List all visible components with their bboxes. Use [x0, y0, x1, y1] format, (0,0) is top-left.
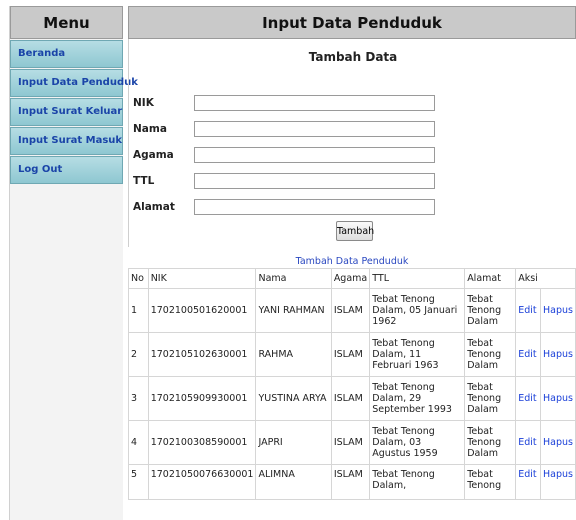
- cell-alamat: Tebat Tenong Dalam: [464, 420, 517, 465]
- main-content: Input Data Penduduk Tambah Data NIK Nama…: [128, 6, 576, 520]
- cell-no: 5: [128, 464, 149, 500]
- col-header-no: No: [128, 268, 149, 289]
- cell-nama: YANI RAHMAN: [255, 288, 332, 333]
- table-header-row: No NIK Nama Agama TTL Alamat Aksi: [128, 268, 576, 289]
- table-caption: Tambah Data Penduduk: [128, 255, 576, 269]
- cell-alamat: Tebat Tenong Dalam: [464, 288, 517, 333]
- nama-label: Nama: [133, 123, 167, 135]
- cell-ttl: Tebat Tenong Dalam, 05 Januari 1962: [369, 288, 466, 333]
- nama-field[interactable]: [194, 121, 435, 137]
- col-header-ttl: TTL: [369, 268, 466, 289]
- tambah-button[interactable]: Tambah: [336, 221, 374, 241]
- col-header-nik: NIK: [147, 268, 257, 289]
- cell-alamat: Tebat Tenong Dalam: [464, 332, 517, 377]
- cell-ttl: Tebat Tenong Dalam, 11 Februari 1963: [369, 332, 466, 377]
- cell-alamat: Tebat Tenong: [464, 464, 517, 500]
- cell-nik: 17021050076630001: [147, 464, 257, 500]
- add-data-form: Tambah Data NIK Nama Agama TTL Alamat Ta…: [128, 39, 576, 247]
- delete-link[interactable]: Hapus: [543, 393, 573, 404]
- page: Menu Beranda Input Data Penduduk Input S…: [9, 6, 576, 520]
- nik-label: NIK: [133, 97, 154, 109]
- table-row: 1 1702100501620001 YANI RAHMAN ISLAM Teb…: [128, 288, 576, 333]
- delete-link[interactable]: Hapus: [543, 469, 573, 480]
- col-header-aksi: Aksi: [515, 268, 576, 289]
- alamat-label: Alamat: [133, 201, 175, 213]
- edit-link[interactable]: Edit: [518, 349, 536, 360]
- edit-link[interactable]: Edit: [518, 437, 536, 448]
- penduduk-table: Tambah Data Penduduk No NIK Nama Agama T…: [128, 255, 576, 500]
- sidebar-item-beranda[interactable]: Beranda: [10, 40, 123, 68]
- sidebar-item-log-out[interactable]: Log Out: [10, 156, 123, 184]
- cell-no: 4: [128, 420, 149, 465]
- cell-nik: 1702105909930001: [147, 376, 257, 421]
- cell-ttl: Tebat Tenong Dalam,: [369, 464, 466, 500]
- delete-link[interactable]: Hapus: [543, 305, 573, 316]
- edit-link[interactable]: Edit: [518, 305, 536, 316]
- cell-ttl: Tebat Tenong Dalam, 29 September 1993: [369, 376, 466, 421]
- cell-nik: 1702100308590001: [147, 420, 257, 465]
- sidebar: Menu Beranda Input Data Penduduk Input S…: [9, 6, 138, 520]
- cell-agama: ISLAM: [330, 288, 371, 333]
- cell-nama: RAHMA: [255, 332, 332, 377]
- sidebar-item-input-surat-masuk[interactable]: Input Surat Masuk: [10, 127, 123, 155]
- form-title: Tambah Data: [308, 50, 398, 64]
- ttl-label: TTL: [133, 175, 155, 187]
- cell-nik: 1702105102630001: [147, 332, 257, 377]
- col-header-nama: Nama: [255, 268, 332, 289]
- cell-alamat: Tebat Tenong Dalam: [464, 376, 517, 421]
- delete-link[interactable]: Hapus: [543, 349, 573, 360]
- sidebar-item-input-surat-keluar[interactable]: Input Surat Keluar: [10, 98, 123, 126]
- cell-agama: ISLAM: [330, 376, 371, 421]
- cell-ttl: Tebat Tenong Dalam, 03 Agustus 1959: [369, 420, 466, 465]
- cell-no: 2: [128, 332, 149, 377]
- table-row: 4 1702100308590001 JAPRI ISLAM Tebat Ten…: [128, 420, 576, 465]
- agama-label: Agama: [133, 149, 174, 161]
- cell-no: 1: [128, 288, 149, 333]
- cell-agama: ISLAM: [330, 464, 371, 500]
- cell-nik: 1702100501620001: [147, 288, 257, 333]
- nik-field[interactable]: [194, 95, 435, 111]
- cell-agama: ISLAM: [330, 420, 371, 465]
- agama-field[interactable]: [194, 147, 435, 163]
- table-row: 2 1702105102630001 RAHMA ISLAM Tebat Ten…: [128, 332, 576, 377]
- page-title: Input Data Penduduk: [128, 6, 576, 39]
- cell-nama: ALIMNA: [255, 464, 332, 500]
- cell-no: 3: [128, 376, 149, 421]
- delete-link[interactable]: Hapus: [543, 437, 573, 448]
- table-row: 5 17021050076630001 ALIMNA ISLAM Tebat T…: [128, 464, 576, 500]
- col-header-agama: Agama: [330, 268, 371, 289]
- alamat-field[interactable]: [194, 199, 435, 215]
- sidebar-title: Menu: [10, 6, 123, 39]
- sidebar-item-input-data-penduduk[interactable]: Input Data Penduduk: [10, 69, 138, 97]
- table-row: 3 1702105909930001 YUSTINA ARYA ISLAM Te…: [128, 376, 576, 421]
- cell-nama: YUSTINA ARYA: [255, 376, 332, 421]
- cell-nama: JAPRI: [255, 420, 332, 465]
- cell-agama: ISLAM: [330, 332, 371, 377]
- ttl-field[interactable]: [194, 173, 435, 189]
- col-header-alamat: Alamat: [464, 268, 517, 289]
- edit-link[interactable]: Edit: [518, 393, 536, 404]
- edit-link[interactable]: Edit: [518, 469, 536, 480]
